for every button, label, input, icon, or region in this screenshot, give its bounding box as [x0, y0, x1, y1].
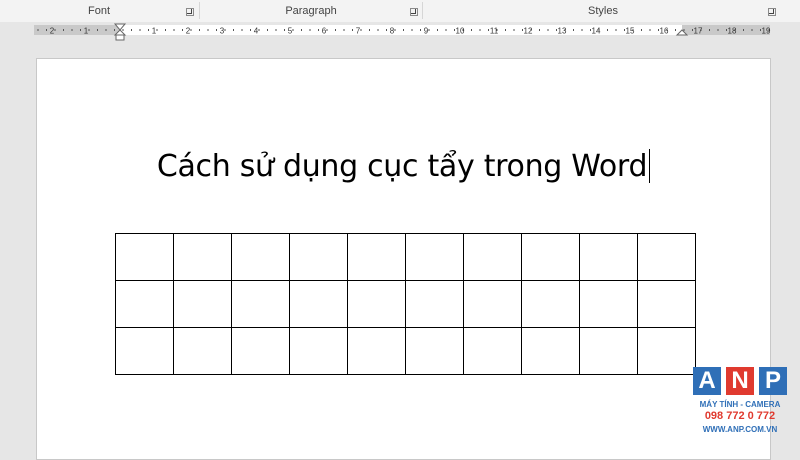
paragraph-group: Paragraph [200, 0, 422, 22]
document-title-text: Cách sử dụng cục tẩy trong Word [156, 149, 648, 184]
document-page[interactable]: Cách sử dụng cục tẩy trong Word [36, 58, 771, 460]
ruler-number: 13 [558, 27, 567, 36]
document-title[interactable]: Cách sử dụng cục tẩy trong Word [37, 147, 770, 187]
horizontal-ruler[interactable]: 2 1 1 2 3 4 5 6 7 8 9 10 11 12 13 14 15 16 17 18 19 [0, 22, 800, 42]
table-row[interactable] [115, 280, 696, 328]
anp-logo-watermark: A N P MÁY TÍNH - CAMERA 098 772 0 772 WW… [690, 363, 790, 443]
table-cell[interactable] [405, 327, 464, 375]
logo-phone: 098 772 0 772 [704, 410, 776, 422]
table-cell[interactable] [231, 233, 290, 281]
logo-letter-p: P [759, 367, 787, 395]
ruler-number: 7 [356, 27, 361, 36]
ruler-number: 16 [660, 27, 669, 36]
table-cell[interactable] [289, 280, 348, 328]
ruler-number: 1 [152, 27, 157, 36]
ruler-number: 19 [762, 27, 771, 36]
ribbon-group-labels: Font Paragraph Styles [0, 0, 800, 23]
logo-website: WWW.ANP.COM.VN [702, 425, 778, 434]
ruler-number: 4 [254, 27, 259, 36]
table-cell[interactable] [173, 327, 232, 375]
font-group: Font [0, 0, 198, 22]
table-cell[interactable] [405, 280, 464, 328]
ruler-scale: 2 1 1 2 3 4 5 6 7 8 9 10 11 12 13 14 15 16 17 18 19 [34, 23, 771, 41]
table-cell[interactable] [521, 327, 580, 375]
table-cell[interactable] [115, 280, 174, 328]
ruler-number: 5 [288, 27, 293, 36]
styles-group-label: Styles [588, 5, 618, 17]
paragraph-dialog-launcher-icon[interactable] [410, 8, 418, 16]
table-cell[interactable] [463, 233, 522, 281]
table-row[interactable] [115, 233, 696, 281]
table-cell[interactable] [579, 280, 638, 328]
table-cell[interactable] [289, 233, 348, 281]
table-cell[interactable] [115, 327, 174, 375]
ruler-number: 6 [322, 27, 327, 36]
table-cell[interactable] [173, 280, 232, 328]
table-row[interactable] [115, 327, 696, 375]
document-table[interactable] [115, 233, 696, 375]
table-cell[interactable] [347, 327, 406, 375]
ruler-number: 18 [728, 27, 737, 36]
table-cell[interactable] [463, 327, 522, 375]
ruler-number: 12 [524, 27, 533, 36]
ruler-number: 17 [694, 27, 703, 36]
table-cell[interactable] [637, 233, 696, 281]
table-cell[interactable] [347, 233, 406, 281]
table-cell[interactable] [289, 327, 348, 375]
table-cell[interactable] [637, 280, 696, 328]
table-cell[interactable] [173, 233, 232, 281]
table-cell[interactable] [231, 280, 290, 328]
ruler-number: 2 [50, 27, 55, 36]
ruler-number: 9 [424, 27, 429, 36]
ruler-number: 14 [592, 27, 601, 36]
styles-dialog-launcher-icon[interactable] [768, 8, 776, 16]
styles-group: Styles [423, 0, 783, 22]
table-cell[interactable] [405, 233, 464, 281]
ruler-number: 10 [456, 27, 465, 36]
text-cursor [649, 149, 651, 183]
logo-letter-n: N [726, 367, 754, 395]
ruler-number: 15 [626, 27, 635, 36]
table-cell[interactable] [579, 327, 638, 375]
ruler-number: 11 [490, 27, 499, 36]
table-cell[interactable] [231, 327, 290, 375]
table-cell[interactable] [637, 327, 696, 375]
ruler-number: 2 [186, 27, 191, 36]
ruler-number: 8 [390, 27, 395, 36]
ruler-number: 1 [84, 27, 89, 36]
table-cell[interactable] [579, 233, 638, 281]
table-cell[interactable] [521, 233, 580, 281]
table-cell[interactable] [347, 280, 406, 328]
logo-letter-a: A [693, 367, 721, 395]
font-dialog-launcher-icon[interactable] [186, 8, 194, 16]
font-group-label: Font [87, 5, 110, 17]
table-cell[interactable] [463, 280, 522, 328]
left-indent-marker [115, 34, 125, 41]
table-cell[interactable] [521, 280, 580, 328]
logo-tagline: MÁY TÍNH - CAMERA [699, 400, 781, 409]
ruler-number: 3 [220, 27, 225, 36]
paragraph-group-label: Paragraph [285, 5, 337, 17]
table-cell[interactable] [115, 233, 174, 281]
